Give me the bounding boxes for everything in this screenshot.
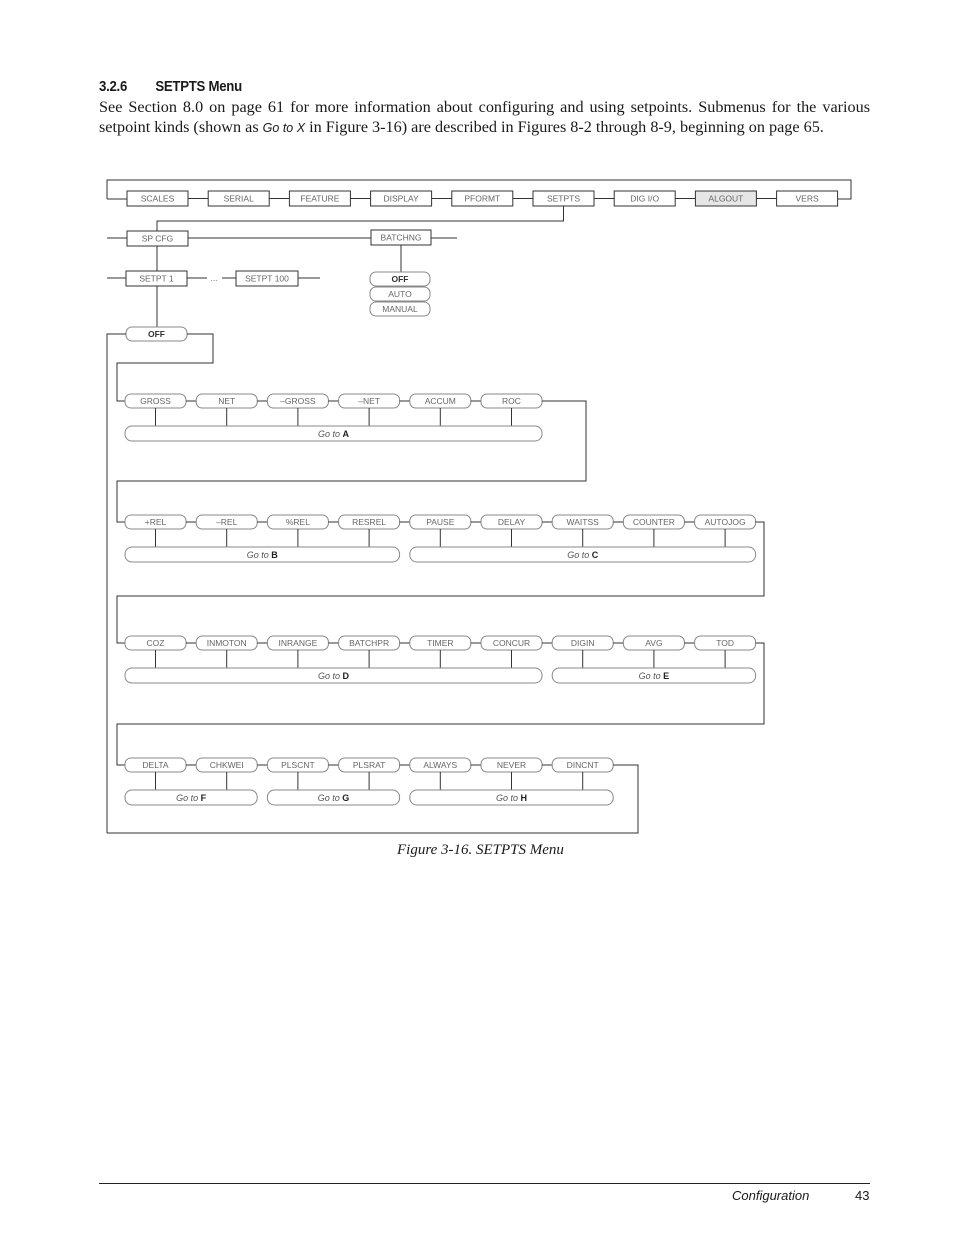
goto-prefix: Go to: [567, 550, 592, 560]
goto-target: G: [342, 793, 349, 803]
goto-d-label: Go to D: [318, 671, 350, 681]
kind-minus-rel-label: –REL: [216, 517, 238, 527]
goto-prefix: Go to: [247, 550, 272, 560]
kind-always-label: ALWAYS: [423, 760, 457, 770]
goto-b-label: Go to B: [247, 550, 279, 560]
goto-g-label: Go to G: [318, 793, 350, 803]
kind-dincnt-label: DINCNT: [567, 760, 599, 770]
kind-off-label: OFF: [148, 329, 165, 339]
kind-waitss-label: WAITSS: [567, 517, 600, 527]
kind-tod-label: TOD: [716, 638, 734, 648]
kind-percent-rel-label: %REL: [286, 517, 310, 527]
kind-never-label: NEVER: [497, 760, 526, 770]
goto-target: H: [521, 793, 528, 803]
figure-caption: Figure 3-16. SETPTS Menu: [397, 842, 564, 858]
kind-minus-gross-label: –GROSS: [280, 396, 316, 406]
kind-minus-net-label: –NET: [358, 396, 380, 406]
menu-vers-label: VERS: [796, 194, 819, 204]
kind-counter-label: COUNTER: [633, 517, 675, 527]
footer-page-number: 43: [855, 1188, 870, 1203]
kind-batchpr-label: BATCHPR: [349, 638, 389, 648]
kind-inrange-label: INRANGE: [279, 638, 318, 648]
setpoint-1-label: SETPT 1: [139, 274, 174, 284]
menu-feature-label: FEATURE: [300, 194, 339, 204]
kind-concur-label: CONCUR: [493, 638, 530, 648]
kind-delta-label: DELTA: [142, 760, 168, 770]
goto-prefix: Go to: [176, 793, 201, 803]
kind-chkwei-label: CHKWEI: [210, 760, 244, 770]
goto-e-label: Go to E: [639, 671, 670, 681]
menu-scales-label: SCALES: [141, 194, 175, 204]
menu-pformt-label: PFORMT: [464, 194, 500, 204]
goto-f-label: Go to F: [176, 793, 207, 803]
batching-option-off-label: OFF: [392, 274, 409, 284]
goto-prefix: Go to: [496, 793, 521, 803]
kind-coz-label: COZ: [147, 638, 165, 648]
kind-inmoton-label: INMOTON: [207, 638, 247, 648]
setpoint-100-label: SETPT 100: [245, 274, 289, 284]
goto-h-label: Go to H: [496, 793, 527, 803]
menu-dig-i-o-label: DIG I/O: [630, 194, 659, 204]
goto-target: C: [592, 550, 599, 560]
kind-timer-label: TIMER: [427, 638, 453, 648]
goto-target: A: [343, 429, 350, 439]
goto-target: D: [343, 671, 350, 681]
kind-plsrat-label: PLSRAT: [353, 760, 385, 770]
kind-roc-label: ROC: [502, 396, 521, 406]
kind-resrel-label: RESREL: [352, 517, 386, 527]
goto-prefix: Go to: [639, 671, 664, 681]
kind-plscnt-label: PLSCNT: [281, 760, 315, 770]
goto-c-label: Go to C: [567, 550, 599, 560]
goto-prefix: Go to: [318, 671, 343, 681]
batching-option-auto-label: AUTO: [388, 289, 412, 299]
footer-rule: [99, 1183, 870, 1184]
goto-prefix: Go to: [318, 793, 343, 803]
kind-gross-label: GROSS: [140, 396, 171, 406]
batching-option-manual-label: MANUAL: [382, 304, 418, 314]
setpts-submenu-connector: [156, 206, 564, 231]
kind-plus-rel-label: +REL: [145, 517, 167, 527]
kind-net-label: NET: [218, 396, 235, 406]
submenu-sp-cfg-label: SP CFG: [142, 234, 174, 244]
goto-a-label: Go to A: [318, 429, 350, 439]
menu-display-label: DISPLAY: [383, 194, 419, 204]
menu-setpts-label: SETPTS: [547, 194, 580, 204]
kind-pause-label: PAUSE: [426, 517, 455, 527]
footer-section-name: Configuration: [732, 1188, 810, 1203]
kind-delay-label: DELAY: [498, 517, 526, 527]
row-1-connector: [116, 400, 587, 523]
kind-autojog-label: AUTOJOG: [705, 517, 746, 527]
kind-avg-label: AVG: [645, 638, 662, 648]
goto-target: F: [201, 793, 207, 803]
goto-target: E: [663, 671, 669, 681]
setpts-menu-diagram: SCALES SERIAL FEATURE DISPLAY PFORMT SETPTS DI…: [106, 179, 852, 834]
menu-algout-label: ALGOUT: [708, 194, 743, 204]
kind-digin-label: DIGIN: [571, 638, 595, 648]
setpoint-ellipsis: ...: [210, 273, 217, 283]
goto-target: B: [271, 550, 278, 560]
menu-serial-label: SERIAL: [224, 194, 255, 204]
goto-prefix: Go to: [318, 429, 343, 439]
kind-row-connector: [116, 333, 214, 402]
submenu-batchng-label: BATCHNG: [381, 233, 422, 243]
kind-accum-label: ACCUM: [425, 396, 456, 406]
